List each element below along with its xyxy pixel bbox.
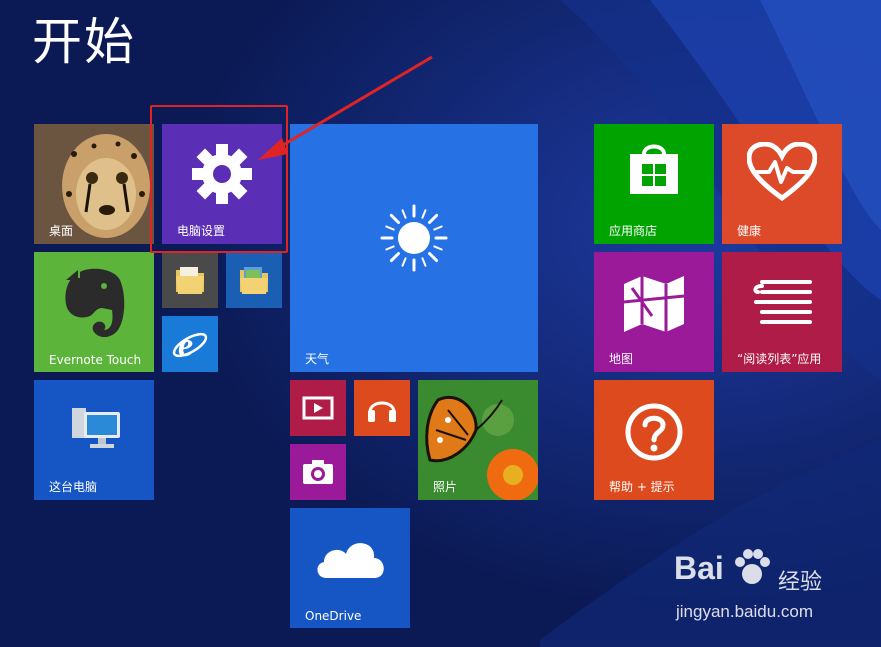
- tile-camera[interactable]: [290, 444, 346, 500]
- baidu-watermark: Bai 经验 jingyan.baidu.com: [668, 549, 848, 635]
- shopping-bag-icon: [630, 144, 678, 194]
- tile-onedrive[interactable]: OneDrive: [290, 508, 410, 628]
- cloud-icon: [317, 543, 384, 578]
- folder-icon: [176, 267, 204, 294]
- sun-icon: [380, 204, 448, 272]
- watermark-url: jingyan.baidu.com: [676, 602, 814, 621]
- start-title: 开始: [32, 13, 136, 71]
- tile-reading-list[interactable]: “阅读列表”应用: [722, 252, 842, 372]
- tile-folder[interactable]: [226, 252, 282, 308]
- tile-health[interactable]: 健康: [722, 124, 842, 244]
- tile-label: 照片: [433, 480, 458, 494]
- tile-file-explorer[interactable]: [162, 252, 218, 308]
- tile-help[interactable]: 帮助 + 提示: [594, 380, 714, 500]
- tile-this-pc[interactable]: 这台电脑: [34, 380, 154, 500]
- tile-label: 健康: [737, 224, 762, 238]
- tile-store[interactable]: 应用商店: [594, 124, 714, 244]
- tile-label: 帮助 + 提示: [609, 480, 675, 494]
- svg-text:e: e: [178, 327, 193, 364]
- tile-label: Evernote Touch: [49, 353, 142, 367]
- paw-icon: [735, 549, 770, 584]
- internet-explorer-icon: e: [172, 327, 208, 364]
- headphones-icon: [368, 401, 396, 422]
- camera-icon: [303, 460, 333, 484]
- tile-label: 桌面: [49, 224, 74, 238]
- tile-label: 地图: [609, 352, 634, 366]
- annotation-highlight-box: [150, 105, 288, 253]
- tile-evernote[interactable]: Evernote Touch: [34, 252, 154, 372]
- tile-label: 应用商店: [609, 224, 658, 238]
- heart-pulse-icon: [747, 142, 817, 202]
- reading-list-icon: [753, 280, 812, 324]
- video-icon: [302, 396, 334, 420]
- folder-icon: [240, 267, 268, 294]
- tile-desktop[interactable]: 桌面: [34, 124, 154, 244]
- tile-internet-explorer[interactable]: e: [162, 316, 218, 372]
- tile-music[interactable]: [354, 380, 410, 436]
- tile-label: 天气: [305, 352, 330, 366]
- elephant-icon: [65, 268, 125, 338]
- tile-video[interactable]: [290, 380, 346, 436]
- computer-icon: [72, 408, 120, 448]
- tile-maps[interactable]: 地图: [594, 252, 714, 372]
- tile-weather[interactable]: 天气: [290, 124, 538, 372]
- tile-label: OneDrive: [305, 609, 362, 623]
- tile-label: 这台电脑: [49, 480, 98, 494]
- map-icon: [623, 276, 685, 332]
- tile-photos[interactable]: 照片: [418, 380, 538, 500]
- tile-label: “阅读列表”应用: [737, 352, 822, 366]
- question-icon: [625, 403, 683, 461]
- watermark-brand: Bai: [674, 550, 724, 586]
- watermark-suffix: 经验: [778, 570, 823, 595]
